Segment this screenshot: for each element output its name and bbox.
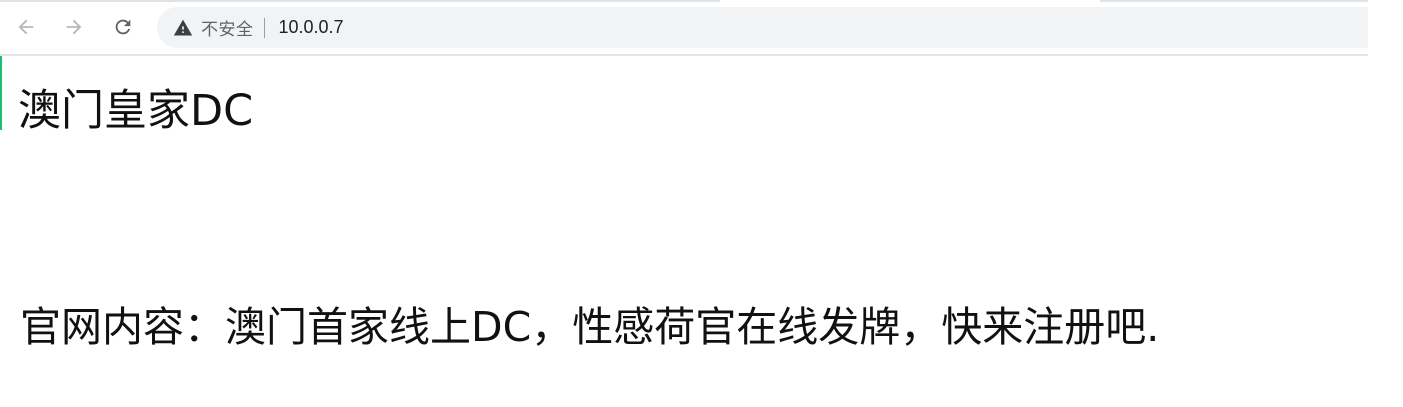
back-button[interactable] <box>11 12 41 42</box>
arrow-left-icon <box>15 16 37 38</box>
arrow-right-icon <box>63 16 85 38</box>
address-bar[interactable]: 不安全 10.0.0.7 <box>157 7 1368 48</box>
reload-icon <box>112 16 134 38</box>
toolbar-divider <box>0 54 1368 56</box>
address-bar-divider <box>263 17 265 38</box>
warning-triangle-icon[interactable] <box>173 18 193 38</box>
security-status-label[interactable]: 不安全 <box>201 15 254 40</box>
page-heading: 澳门皇家DC <box>18 86 254 136</box>
url-text[interactable]: 10.0.0.7 <box>279 17 344 38</box>
reload-button[interactable] <box>108 12 138 42</box>
forward-button[interactable] <box>59 12 89 42</box>
page-body-text: 官网内容：澳门首家线上DC，性感荷官在线发牌，快来注册吧. <box>20 303 1160 351</box>
browser-toolbar: 不安全 10.0.0.7 <box>0 2 1368 54</box>
browser-window: 不安全 10.0.0.7 澳门皇家DC 官网内容：澳门首家线上DC，性感荷官在线… <box>0 0 1403 407</box>
